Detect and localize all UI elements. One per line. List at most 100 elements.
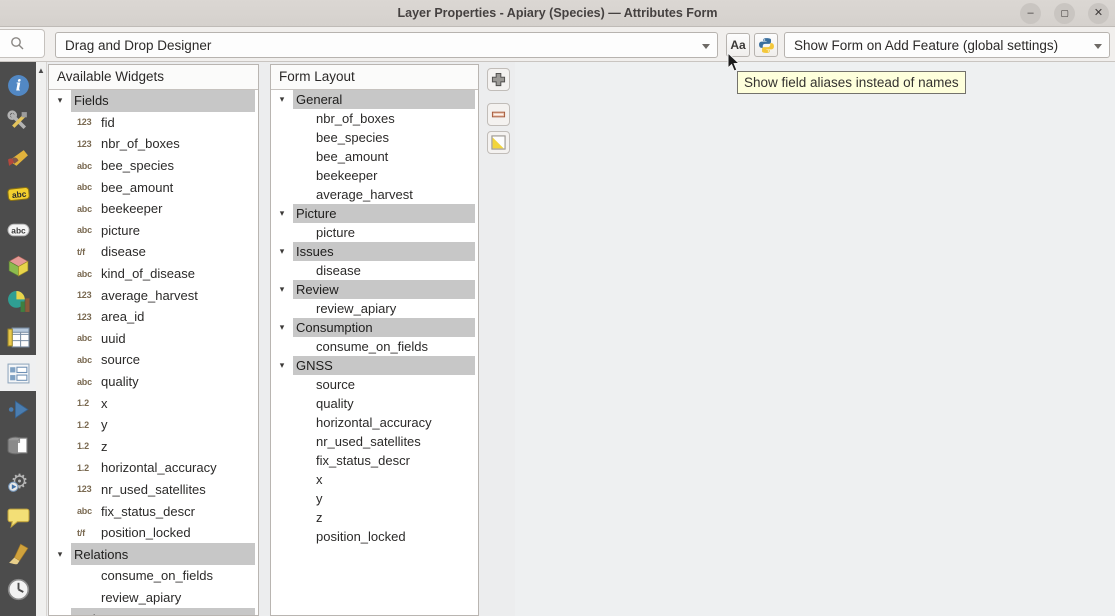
tree-group-row[interactable]: ▾Review [271,280,478,299]
expander-icon[interactable]: ▾ [49,614,71,615]
tree-group-row[interactable]: ▾General [271,90,478,109]
tree-item-row[interactable]: quality [271,394,478,413]
scroll-up-icon[interactable]: ▲ [37,66,45,75]
tree-item-row[interactable]: 1.2x [49,392,258,414]
properties-search-box[interactable] [0,29,45,58]
tree-group-row[interactable]: ▾Consumption [271,318,478,337]
tree-item-row[interactable]: bee_species [271,128,478,147]
tree-item-row[interactable]: fix_status_descr [271,451,478,470]
tree-item-row[interactable]: disease [271,261,478,280]
tree-item-row[interactable]: consume_on_fields [271,337,478,356]
tree-item-row[interactable]: z [271,508,478,527]
tree-item-row[interactable]: t/fposition_locked [49,522,258,544]
group-label[interactable]: Issues [293,242,475,261]
tree-item-row[interactable]: picture [271,223,478,242]
sidebar-item-symbology[interactable] [0,139,36,175]
tree-group-row[interactable]: ▾Relations [49,543,258,565]
sidebar-item-variables[interactable] [0,607,36,616]
tree-item-row[interactable]: abcquality [49,371,258,393]
expander-icon[interactable]: ▾ [49,549,71,560]
tree-item-row[interactable]: source [271,375,478,394]
tree-item-row[interactable]: average_harvest [271,185,478,204]
tree-item-row[interactable]: 1.2z [49,436,258,458]
show-form-on-add-feature-select[interactable]: Show Form on Add Feature (global setting… [784,32,1110,58]
sidebar-item-attributes-form[interactable] [0,355,36,391]
group-label[interactable]: Consumption [293,318,475,337]
tree-item-row[interactable]: 123average_harvest [49,284,258,306]
expander-icon[interactable]: ▾ [271,322,293,333]
tree-group-row[interactable]: ▾Issues [271,242,478,261]
tree-item-row[interactable]: y [271,489,478,508]
tree-group-row[interactable]: ▾GNSS [271,356,478,375]
tree-item-row[interactable]: review_apiary [271,299,478,318]
expander-icon[interactable]: ▾ [271,284,293,295]
item-label: position_locked [101,525,191,540]
tree-item-row[interactable]: nr_used_satellites [271,432,478,451]
group-label[interactable]: Relations [71,543,255,565]
sidebar-item-auxiliary-storage[interactable] [0,427,36,463]
tree-item-row[interactable]: x [271,470,478,489]
tree-item-row[interactable]: 123nr_used_satellites [49,479,258,501]
tree-item-row[interactable]: abcfix_status_descr [49,500,258,522]
sidebar-scrollbar[interactable]: ▲ [36,62,47,616]
group-label[interactable]: General [293,90,475,109]
sidebar-item-masks[interactable]: abc [0,211,36,247]
tree-item-row[interactable]: t/fdisease [49,241,258,263]
sidebar-item-actions[interactable]: ⚙ [0,463,36,499]
tree-item-row[interactable]: abckind_of_disease [49,263,258,285]
tree-item-row[interactable]: consume_on_fields [49,565,258,587]
group-label[interactable]: Actions [71,608,255,615]
maximize-button[interactable]: ▢ [1054,3,1075,24]
tree-item-row[interactable]: nbr_of_boxes [271,109,478,128]
field-type-icon: 1.2 [77,441,101,451]
item-label: disease [101,244,146,259]
group-label[interactable]: GNSS [293,356,475,375]
tree-item-row[interactable]: 123nbr_of_boxes [49,133,258,155]
tree-item-row[interactable]: abcbeekeeper [49,198,258,220]
tree-item-row[interactable]: 1.2y [49,414,258,436]
tree-item-row[interactable]: bee_amount [271,147,478,166]
tree-item-row[interactable]: abcuuid [49,328,258,350]
tree-item-row[interactable]: abcbee_amount [49,176,258,198]
sidebar-item-temporal[interactable] [0,571,36,607]
tree-item-row[interactable]: abcbee_species [49,155,258,177]
expander-icon[interactable]: ▾ [271,246,293,257]
group-label[interactable]: Picture [293,204,475,223]
tree-group-row[interactable]: ▾Picture [271,204,478,223]
add-tab-or-group-button[interactable] [487,68,510,91]
sidebar-item-display[interactable] [0,499,36,535]
3d-view-icon [6,253,30,277]
tree-item-row[interactable]: abcsource [49,349,258,371]
tree-group-row[interactable]: ▾Fields [49,90,258,112]
sidebar-item-information[interactable]: i [0,67,36,103]
tree-item-row[interactable]: position_locked [271,527,478,546]
group-label[interactable]: Review [293,280,475,299]
expander-icon[interactable]: ▾ [49,95,71,106]
window-title: Layer Properties - Apiary (Species) — At… [398,6,718,20]
tree-item-row[interactable]: 123area_id [49,306,258,328]
tree-item-row[interactable]: horizontal_accuracy [271,413,478,432]
python-init-code-button[interactable] [754,33,778,57]
expander-icon[interactable]: ▾ [271,94,293,105]
invert-selection-button[interactable] [487,131,510,154]
sidebar-item-rendering[interactable] [0,535,36,571]
remove-item-button[interactable] [487,103,510,126]
tree-item-row[interactable]: 123fid [49,112,258,134]
tree-group-row[interactable]: ▾Actions [49,608,258,615]
tree-item-row[interactable]: abcpicture [49,220,258,242]
sidebar-item-source[interactable] [0,103,36,139]
sidebar-item-labels[interactable]: abc [0,175,36,211]
close-button[interactable]: ✕ [1088,3,1109,24]
sidebar-item-joins[interactable] [0,391,36,427]
tree-item-row[interactable]: 1.2horizontal_accuracy [49,457,258,479]
sidebar-item-fields[interactable] [0,319,36,355]
tree-item-row[interactable]: review_apiary [49,587,258,609]
tree-item-row[interactable]: beekeeper [271,166,478,185]
expander-icon[interactable]: ▾ [271,208,293,219]
minimize-button[interactable]: – [1020,3,1041,24]
sidebar-item-3d-view[interactable] [0,247,36,283]
group-label[interactable]: Fields [71,90,255,112]
sidebar-item-diagrams[interactable] [0,283,36,319]
editor-designer-select[interactable]: Drag and Drop Designer [55,32,718,58]
expander-icon[interactable]: ▾ [271,360,293,371]
